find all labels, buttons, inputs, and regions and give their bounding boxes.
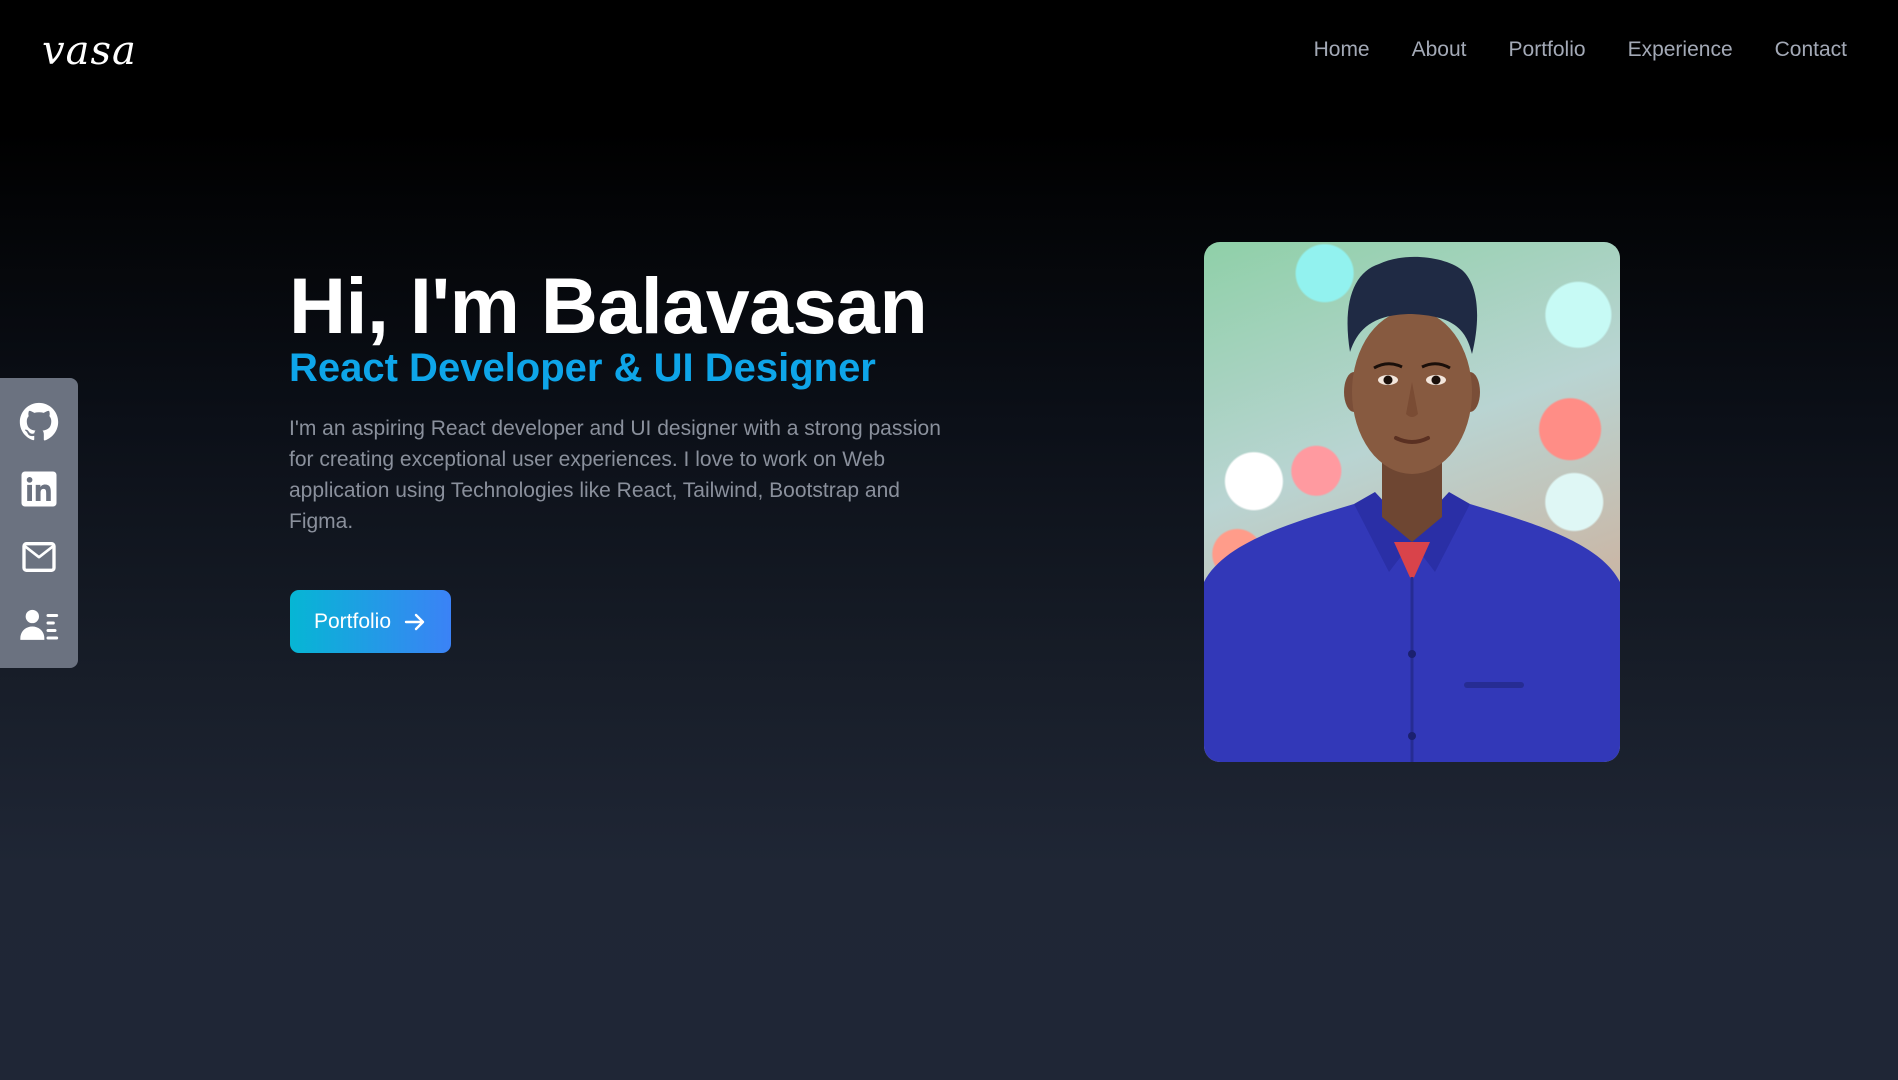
mail-icon: [22, 541, 56, 572]
resume-link[interactable]: [18, 603, 60, 645]
arrow-right-icon: [404, 613, 425, 630]
portfolio-button-label: Portfolio: [313, 609, 392, 633]
github-link[interactable]: [18, 401, 60, 443]
main-nav: Home About Portfolio Experience Contact: [1314, 38, 1847, 62]
person-illustration: [1204, 256, 1620, 762]
resume-icon: [20, 610, 59, 641]
linkedin-icon: [21, 471, 57, 507]
linkedin-link[interactable]: [18, 468, 60, 510]
nav-home[interactable]: Home: [1314, 38, 1370, 62]
hero-subtitle: React Developer & UI Designer: [289, 346, 876, 390]
hero-description: I'm an aspiring React developer and UI d…: [289, 417, 941, 533]
profile-photo: [1204, 242, 1620, 762]
site-logo[interactable]: vasa: [42, 28, 137, 74]
github-icon: [19, 402, 59, 441]
mail-link[interactable]: [18, 536, 60, 578]
nav-experience[interactable]: Experience: [1628, 38, 1733, 62]
hero-title: Hi, I'm Balavasan: [289, 261, 928, 350]
nav-portfolio[interactable]: Portfolio: [1509, 38, 1586, 62]
social-sidebar: [0, 378, 78, 668]
portfolio-button[interactable]: Portfolio: [290, 590, 451, 653]
nav-contact[interactable]: Contact: [1775, 38, 1847, 62]
nav-about[interactable]: About: [1412, 38, 1467, 62]
